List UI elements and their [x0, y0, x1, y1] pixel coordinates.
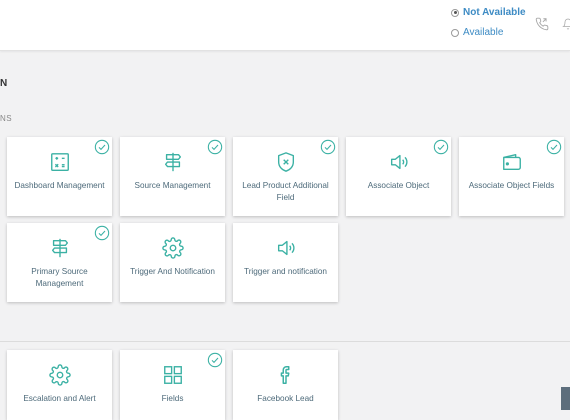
checkmark-icon	[94, 139, 110, 155]
signpost-icon	[51, 238, 68, 258]
card-label: Associate Object Fields	[468, 181, 555, 190]
top-bar: Not Available Available	[0, 0, 570, 51]
status-available-label[interactable]: Available	[463, 27, 503, 38]
card-label: Trigger and notification	[244, 267, 327, 276]
shield-x-icon	[277, 152, 294, 172]
card-lead-product-additional-field[interactable]: Lead Product Additional Field	[233, 137, 338, 216]
facebook-icon	[280, 366, 289, 384]
calculator-icon	[50, 153, 69, 171]
checkmark-icon	[546, 139, 562, 155]
gear-icon	[48, 364, 71, 386]
signpost-icon	[164, 152, 181, 172]
section-divider	[0, 341, 570, 342]
checkmark-icon	[320, 139, 336, 155]
card-dashboard-management[interactable]: Dashboard Management	[7, 137, 112, 216]
radio-unselected-icon[interactable]	[451, 28, 459, 37]
checkmark-icon	[94, 225, 110, 241]
card-source-management[interactable]: Source Management	[120, 137, 225, 216]
card-associate-object[interactable]: Associate Object	[346, 137, 451, 216]
speaker-icon	[390, 154, 407, 170]
radio-selected-icon[interactable]	[451, 8, 459, 17]
speaker-icon	[277, 240, 294, 256]
card-primary-source-management[interactable]: Primary Source Management	[7, 223, 112, 302]
card-label: Dashboard Management	[14, 181, 105, 190]
wallet-icon	[502, 153, 521, 171]
card-trigger-and-notification-2[interactable]: Trigger and notification	[233, 223, 338, 302]
card-label: Fields	[161, 394, 184, 403]
status-not-available-option[interactable]: Not Available	[451, 7, 526, 18]
checkmark-icon	[207, 352, 223, 368]
card-label: Primary Source Management	[31, 267, 88, 288]
card-label: Trigger And Notification	[130, 267, 215, 276]
bell-icon[interactable]	[562, 17, 570, 31]
card-label: Source Management	[134, 181, 211, 190]
checkmark-icon	[207, 139, 223, 155]
card-trigger-and-notification[interactable]: Trigger And Notification	[120, 223, 225, 302]
section-subtitle: NS	[0, 114, 13, 123]
section-title: N	[0, 78, 8, 89]
card-associate-object-fields[interactable]: Associate Object Fields	[459, 137, 564, 216]
status-not-available-label[interactable]: Not Available	[463, 7, 526, 18]
status-available-option[interactable]: Available	[451, 27, 503, 38]
scroll-to-top-button[interactable]	[561, 387, 570, 410]
card-label: Facebook Lead	[257, 394, 314, 403]
card-label: Associate Object	[367, 181, 430, 190]
phone-icon[interactable]	[535, 17, 549, 31]
grid-icon	[163, 366, 182, 384]
card-label: Escalation and Alert	[23, 394, 96, 403]
checkmark-icon	[433, 139, 449, 155]
gear-icon	[161, 237, 184, 259]
card-label: Lead Product Additional Field	[242, 181, 329, 202]
